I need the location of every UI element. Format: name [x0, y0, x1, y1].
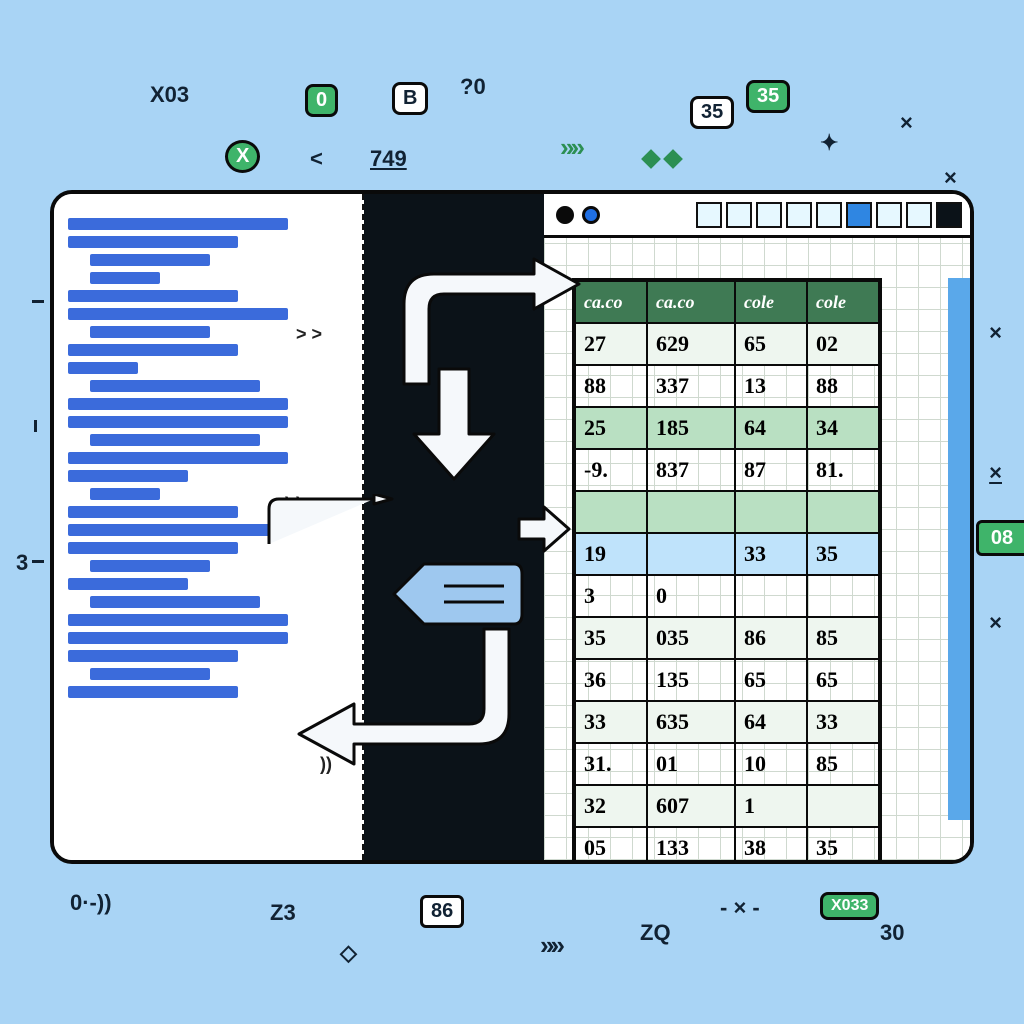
code-annot: > > [296, 324, 322, 345]
code-line [90, 380, 260, 392]
glyph-749: 749 [370, 146, 407, 172]
glyph-bot-30: 30 [880, 920, 904, 946]
table-row: 051333835 [575, 827, 879, 864]
glyph-bot-z3: Z3 [270, 900, 296, 926]
code-annot: )) [320, 754, 332, 775]
code-line [68, 308, 288, 320]
code-line [68, 650, 238, 662]
code-line [68, 542, 238, 554]
traffic-light-icon [582, 206, 600, 224]
table-row: 336356433 [575, 701, 879, 743]
divider-pane [364, 194, 544, 860]
data-table: ca.co ca.co cole cole 276296502 88337138… [572, 278, 882, 864]
code-line [90, 326, 210, 338]
glyph-top-q: ?0 [460, 74, 486, 100]
diamond-icon [640, 146, 684, 172]
code-line [68, 614, 288, 626]
code-line [68, 218, 288, 230]
chevron-right-icon: »» [560, 132, 581, 163]
glyph-x1: × [900, 110, 913, 136]
glyph-top-35b: 35 [746, 80, 790, 113]
code-pane: > > ) ) )) [54, 194, 364, 860]
table-row: -9.8378781. [575, 449, 879, 491]
col-header: cole [807, 281, 879, 323]
table-row [575, 491, 879, 533]
glyph-bot-x: - × - [720, 895, 760, 921]
code-line [90, 434, 260, 446]
code-line [68, 452, 288, 464]
spreadsheet-pane: ca.co ca.co cole cole 276296502 88337138… [544, 194, 970, 860]
code-line [68, 236, 238, 248]
code-line [68, 470, 188, 482]
scale-tick [34, 420, 37, 432]
sheet-scroll-col [948, 278, 970, 820]
code-line [68, 290, 238, 302]
table-row: 326071 [575, 785, 879, 827]
scale-tick [32, 560, 44, 563]
col-header: ca.co [575, 281, 647, 323]
table-header-row: ca.co ca.co cole cole [575, 281, 879, 323]
col-header: ca.co [647, 281, 735, 323]
code-line [90, 668, 210, 680]
table-row: 883371388 [575, 365, 879, 407]
main-illustration: > > ) ) )) ca.co ca.co cole [50, 190, 974, 864]
diamond-icon: ◇ [340, 940, 357, 966]
code-line [90, 596, 260, 608]
glyph-x2: × [944, 165, 957, 191]
glyph-bot-86: 86 [420, 895, 464, 928]
chevron-icon: »» [540, 930, 561, 961]
glyph-bot-x033: X033 [820, 890, 879, 920]
code-line [68, 524, 288, 536]
glyph-top-b: B [392, 82, 428, 115]
glyph-top-x03: X03 [150, 82, 189, 108]
code-line [90, 254, 210, 266]
code-line [68, 578, 188, 590]
code-line [68, 398, 288, 410]
side-x2: × [989, 460, 1002, 486]
table-row: 31.011085 [575, 743, 879, 785]
sparkle-icon: ✦ [820, 130, 838, 156]
window-titlebar [544, 194, 970, 238]
side-x1: × [989, 320, 1002, 346]
glyph-lt: < [310, 146, 323, 172]
table-row: 350358685 [575, 617, 879, 659]
side-x3: × [989, 610, 1002, 636]
table-row: 276296502 [575, 323, 879, 365]
side-tab-08: 08 [976, 520, 1024, 556]
code-line [68, 344, 238, 356]
col-header: cole [735, 281, 807, 323]
code-line [90, 560, 210, 572]
table-row: 251856434 [575, 407, 879, 449]
traffic-light-icon [556, 206, 574, 224]
table-row: 193335 [575, 533, 879, 575]
side-left-3: 3 [16, 550, 28, 576]
code-annot: ) ) [285, 494, 302, 515]
glyph-top-35a: 35 [690, 96, 734, 129]
table-row: 361356565 [575, 659, 879, 701]
code-line [68, 506, 238, 518]
code-line [68, 362, 138, 374]
glyph-x-round: X [225, 140, 260, 173]
glyph-bot-a: 0·-)) [70, 890, 112, 916]
code-line [90, 272, 160, 284]
code-line [68, 416, 288, 428]
sheet-grid: ca.co ca.co cole cole 276296502 88337138… [544, 238, 970, 860]
glyph-top-0: 0 [305, 84, 338, 117]
table-row: 30 [575, 575, 879, 617]
scale-tick [32, 300, 44, 303]
toolbar-cells [696, 202, 962, 228]
code-line [68, 632, 288, 644]
code-line [68, 686, 238, 698]
glyph-bot-zq: ZQ [640, 920, 671, 946]
code-line [90, 488, 160, 500]
